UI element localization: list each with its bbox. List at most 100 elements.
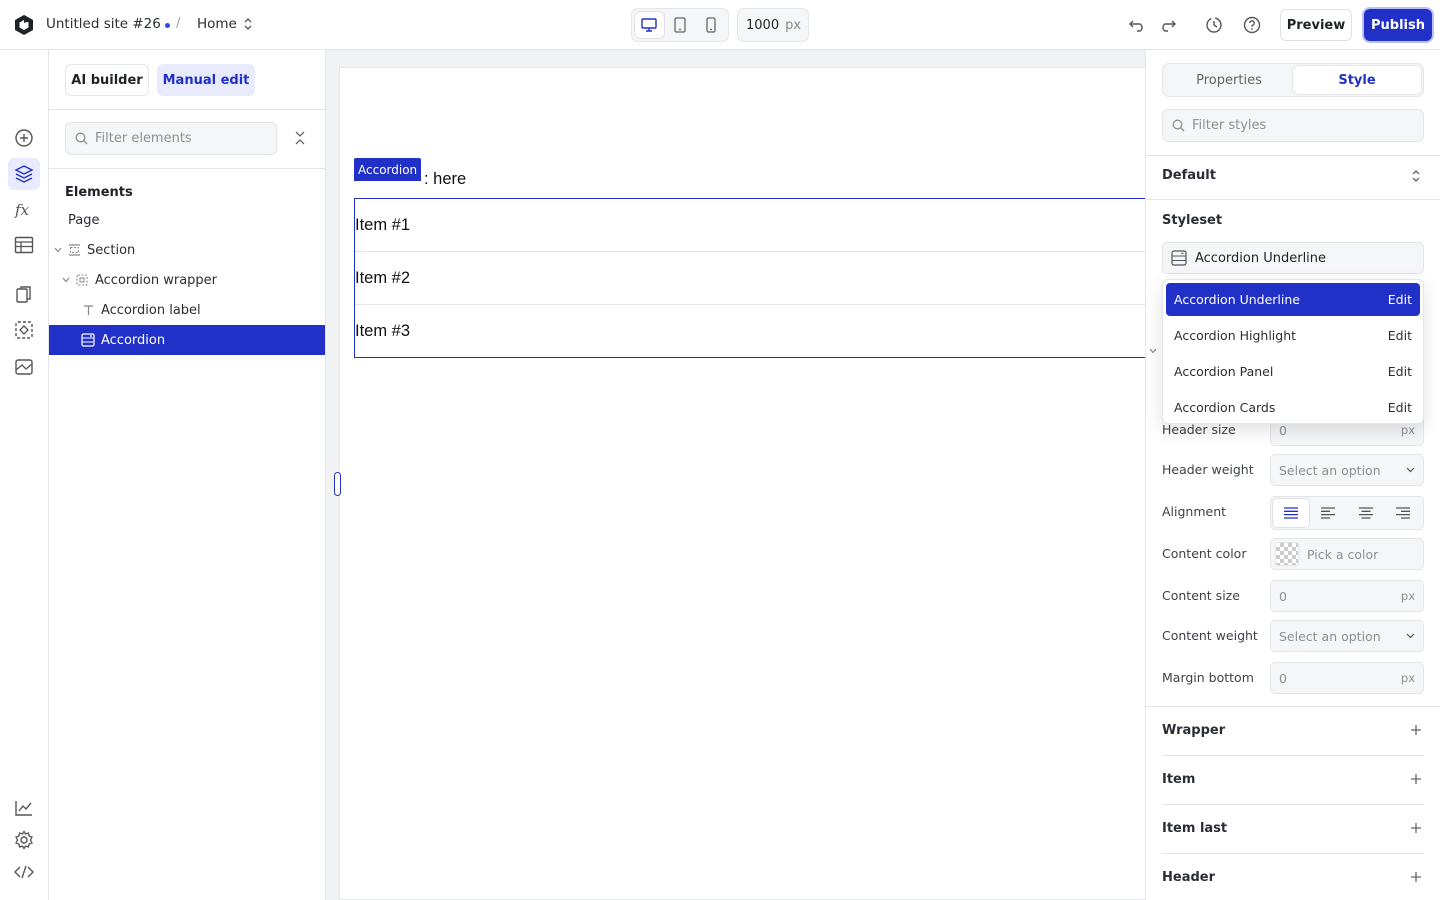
align-justify-icon[interactable] xyxy=(1273,499,1309,527)
manual-edit-button[interactable]: Manual edit xyxy=(157,64,255,96)
edit-link[interactable]: Edit xyxy=(1388,400,1412,415)
content-weight-select[interactable]: Select an option xyxy=(1270,620,1424,652)
state-selector[interactable]: Default xyxy=(1162,168,1216,183)
section-icon xyxy=(67,243,81,257)
tree-item-page[interactable]: Page xyxy=(49,205,325,235)
tab-properties[interactable]: Properties xyxy=(1165,66,1293,94)
accordion[interactable]: Item #1 Item #2 Item #3 xyxy=(354,198,1146,358)
canvas-width-input[interactable]: 1000 px xyxy=(737,8,809,42)
plus-icon[interactable] xyxy=(1410,871,1422,883)
width-unit: px xyxy=(785,17,802,33)
accordion-item[interactable]: Item #1 xyxy=(355,199,1146,252)
plus-icon[interactable] xyxy=(1410,773,1422,785)
align-center-icon[interactable] xyxy=(1348,499,1384,527)
ai-builder-button[interactable]: AI builder xyxy=(65,64,149,96)
accordion-icon xyxy=(1171,250,1187,266)
add-element-icon[interactable] xyxy=(12,126,36,150)
formula-icon[interactable]: fx xyxy=(12,198,36,222)
styleset-value: Accordion Underline xyxy=(1195,250,1327,266)
desktop-icon[interactable] xyxy=(635,12,664,38)
divider xyxy=(1146,155,1440,156)
filter-styles-input[interactable]: Filter styles xyxy=(1162,109,1424,142)
styleset-option[interactable]: Accordion Panel Edit xyxy=(1166,355,1420,388)
assets-icon[interactable] xyxy=(12,355,36,379)
section-wrapper[interactable]: Wrapper xyxy=(1162,723,1225,738)
collapse-all-icon[interactable] xyxy=(293,130,307,146)
tree-item-label: Accordion label xyxy=(101,302,201,318)
tree-item-accordion-label[interactable]: Accordion label xyxy=(49,295,325,325)
chevron-down-icon[interactable] xyxy=(1149,348,1157,354)
section-header[interactable]: Header xyxy=(1162,870,1215,885)
align-left-icon[interactable] xyxy=(1311,499,1347,527)
tree-item-accordion[interactable]: Accordion xyxy=(49,325,325,355)
plus-icon[interactable] xyxy=(1410,724,1422,736)
undo-icon[interactable] xyxy=(1127,15,1147,35)
page-selector[interactable]: Home xyxy=(197,16,253,32)
site-name[interactable]: Untitled site #26 xyxy=(46,16,161,32)
width-value: 1000 xyxy=(746,17,780,33)
preview-button[interactable]: Preview xyxy=(1280,9,1352,41)
accordion-item[interactable]: Item #2 xyxy=(355,252,1146,305)
header-weight-value: Select an option xyxy=(1279,462,1381,478)
divider xyxy=(1162,804,1424,805)
option-label: Accordion Underline xyxy=(1174,292,1300,307)
styleset-option[interactable]: Accordion Underline Edit xyxy=(1166,283,1420,316)
layers-icon[interactable] xyxy=(8,158,40,190)
analytics-icon[interactable] xyxy=(12,796,36,820)
mobile-icon[interactable] xyxy=(696,12,725,38)
publish-button[interactable]: Publish xyxy=(1364,9,1432,41)
styleset-option[interactable]: Accordion Highlight Edit xyxy=(1166,319,1420,352)
settings-icon[interactable] xyxy=(12,828,36,852)
tab-style[interactable]: Style xyxy=(1293,66,1421,94)
chevron-down-icon xyxy=(1406,467,1415,473)
accordion-item[interactable]: Item #3 xyxy=(355,305,1146,358)
chevron-down-icon[interactable] xyxy=(53,247,63,253)
edit-link[interactable]: Edit xyxy=(1388,364,1412,379)
option-label: Accordion Highlight xyxy=(1174,328,1297,343)
unit-label: px xyxy=(1400,589,1415,603)
redo-icon[interactable] xyxy=(1158,15,1178,35)
styleset-option[interactable]: Accordion Cards Edit xyxy=(1166,391,1420,424)
color-swatch-icon xyxy=(1275,542,1299,566)
alignment-group xyxy=(1270,496,1424,530)
filter-elements-placeholder: Filter elements xyxy=(95,131,192,146)
table-icon[interactable] xyxy=(12,233,36,257)
section-item[interactable]: Item xyxy=(1162,772,1195,787)
align-right-icon[interactable] xyxy=(1386,499,1422,527)
plus-icon[interactable] xyxy=(1410,822,1422,834)
chevron-updown-icon[interactable] xyxy=(1411,169,1421,183)
history-icon[interactable] xyxy=(1204,15,1224,35)
accordion-label[interactable]: : here xyxy=(424,170,466,188)
content-weight-label: Content weight xyxy=(1162,628,1258,643)
content-size-input[interactable]: 0 px xyxy=(1270,580,1424,612)
text-icon xyxy=(81,303,95,317)
margin-bottom-value: 0 xyxy=(1279,670,1287,686)
tree-item-accordion-wrapper[interactable]: Accordion wrapper xyxy=(49,265,325,295)
content-size-value: 0 xyxy=(1279,588,1287,604)
code-icon[interactable] xyxy=(12,860,36,884)
styleset-select[interactable]: Accordion Underline xyxy=(1162,242,1424,274)
tree-item-section[interactable]: Section xyxy=(49,235,325,265)
header-weight-label: Header weight xyxy=(1162,462,1254,477)
canvas-resize-handle[interactable] xyxy=(334,472,341,496)
chevron-down-icon[interactable] xyxy=(61,277,71,283)
app-logo-icon[interactable] xyxy=(12,13,36,37)
edit-link[interactable]: Edit xyxy=(1388,292,1412,307)
content-color-picker[interactable]: Pick a color xyxy=(1270,538,1424,570)
header-weight-select[interactable]: Select an option xyxy=(1270,454,1424,486)
pages-icon[interactable] xyxy=(12,283,36,307)
components-icon[interactable] xyxy=(12,318,36,342)
accordion-icon xyxy=(81,333,95,347)
filter-elements-input[interactable]: Filter elements xyxy=(65,122,277,155)
content-color-value: Pick a color xyxy=(1307,546,1379,562)
margin-bottom-input[interactable]: 0 px xyxy=(1270,662,1424,694)
top-bar: Untitled site #26 / Home 1000 px Preview… xyxy=(0,0,1440,50)
search-icon xyxy=(1172,119,1185,132)
option-label: Accordion Panel xyxy=(1174,364,1274,379)
edit-link[interactable]: Edit xyxy=(1388,328,1412,343)
section-item-last[interactable]: Item last xyxy=(1162,821,1227,836)
divider xyxy=(1162,755,1424,756)
tree-item-label: Accordion wrapper xyxy=(95,272,218,288)
help-icon[interactable] xyxy=(1242,15,1262,35)
tablet-icon[interactable] xyxy=(666,12,695,38)
